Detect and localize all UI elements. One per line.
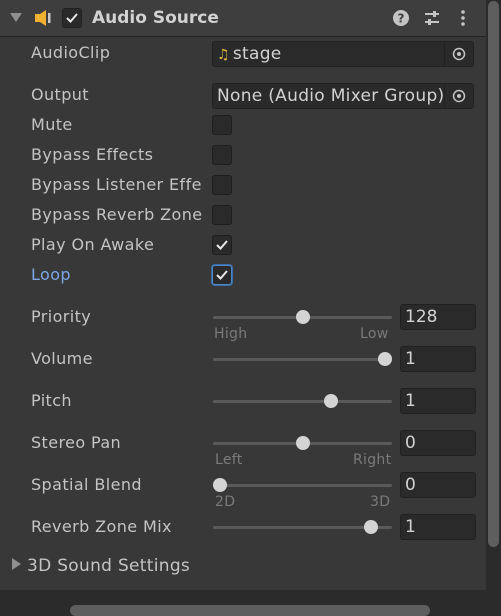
play-on-awake-checkbox[interactable] xyxy=(212,235,232,255)
volume-slider-track[interactable] xyxy=(213,352,392,366)
stereo-pan-max-label: Right xyxy=(353,452,392,468)
volume-label: Volume xyxy=(31,349,93,368)
svg-text:?: ? xyxy=(398,12,405,26)
sound-3d-settings-foldout[interactable]: 3D Sound Settings xyxy=(12,556,190,576)
audio-clip-label: AudioClip xyxy=(31,43,111,62)
reverb-zone-mix-label: Reverb Zone Mix xyxy=(31,517,172,536)
reverb-zone-mix-slider-track[interactable] xyxy=(213,520,392,534)
stereo-pan-label: Stereo Pan xyxy=(31,433,122,452)
reverb-zone-mix-slider-thumb[interactable] xyxy=(363,520,378,534)
spatial-blend-slider-track[interactable] xyxy=(213,478,392,492)
mute-label: Mute xyxy=(31,115,73,134)
spatial-blend-input[interactable]: 0 xyxy=(400,472,476,498)
loop-label: Loop xyxy=(31,265,71,284)
vertical-scrollbar-thumb[interactable] xyxy=(488,1,499,547)
stereo-pan-slider-track[interactable] xyxy=(213,436,392,450)
kebab-menu-icon[interactable] xyxy=(454,9,472,27)
vertical-scrollbar[interactable] xyxy=(486,0,501,590)
horizontal-scrollbar[interactable] xyxy=(0,590,501,616)
priority-value: 128 xyxy=(405,307,438,327)
stereo-pan-input[interactable]: 0 xyxy=(400,430,476,456)
priority-slider-thumb[interactable] xyxy=(295,310,310,324)
bypass-listener-effects-label: Bypass Listener Effe xyxy=(31,175,202,194)
horizontal-scrollbar-thumb[interactable] xyxy=(70,605,430,616)
spatial-blend-max-label: 3D xyxy=(370,494,391,510)
mute-checkbox[interactable] xyxy=(212,115,232,135)
audio-clip-field[interactable]: ♫ stage xyxy=(212,41,474,67)
pitch-slider-thumb[interactable] xyxy=(324,394,339,408)
bypass-listener-effects-checkbox[interactable] xyxy=(212,175,232,195)
play-on-awake-label: Play On Awake xyxy=(31,235,155,254)
audio-clip-value: stage xyxy=(232,44,282,64)
pitch-input[interactable]: 1 xyxy=(400,388,476,414)
bypass-effects-checkbox[interactable] xyxy=(212,145,232,165)
presets-icon[interactable] xyxy=(423,9,441,27)
volume-slider-thumb[interactable] xyxy=(377,352,392,366)
priority-input[interactable]: 128 xyxy=(400,304,476,330)
component-header[interactable]: Audio Source ? xyxy=(0,0,486,37)
volume-input[interactable]: 1 xyxy=(400,346,476,372)
foldout-arrow-icon[interactable] xyxy=(10,13,22,22)
audio-clip-picker-button[interactable] xyxy=(444,42,473,66)
stereo-pan-slider-thumb[interactable] xyxy=(295,436,310,450)
help-icon[interactable]: ? xyxy=(392,9,410,27)
priority-max-label: Low xyxy=(360,326,389,342)
reverb-zone-mix-value: 1 xyxy=(405,517,416,537)
stereo-pan-value: 0 xyxy=(405,433,416,453)
priority-label: Priority xyxy=(31,307,92,326)
foldout-collapsed-icon xyxy=(12,558,21,570)
priority-min-label: High xyxy=(214,326,248,342)
bypass-effects-label: Bypass Effects xyxy=(31,145,154,164)
music-note-icon: ♫ xyxy=(217,47,230,63)
checkmark-icon xyxy=(216,270,228,280)
object-picker-icon xyxy=(452,89,466,103)
spatial-blend-slider-thumb[interactable] xyxy=(213,478,228,492)
checkmark-icon xyxy=(216,240,228,250)
stereo-pan-min-label: Left xyxy=(215,452,243,468)
output-value: None (Audio Mixer Group) xyxy=(217,86,445,106)
bypass-reverb-zones-checkbox[interactable] xyxy=(212,205,232,225)
component-enabled-checkbox[interactable] xyxy=(62,8,82,28)
spatial-blend-value: 0 xyxy=(405,475,416,495)
component-title: Audio Source xyxy=(92,8,219,28)
pitch-value: 1 xyxy=(405,391,416,411)
object-picker-icon xyxy=(452,47,466,61)
priority-slider-track[interactable] xyxy=(213,310,392,324)
sound-3d-settings-label: 3D Sound Settings xyxy=(27,556,191,576)
spatial-blend-label: Spatial Blend xyxy=(31,475,142,494)
reverb-zone-mix-input[interactable]: 1 xyxy=(400,514,476,540)
bypass-reverb-zones-label: Bypass Reverb Zone xyxy=(31,205,203,224)
volume-value: 1 xyxy=(405,349,416,369)
audio-source-icon xyxy=(35,10,51,26)
output-field[interactable]: None (Audio Mixer Group) xyxy=(212,83,474,109)
loop-checkbox[interactable] xyxy=(212,265,232,285)
output-picker-button[interactable] xyxy=(444,84,473,108)
pitch-slider-track[interactable] xyxy=(213,394,392,408)
checkmark-icon xyxy=(66,13,78,23)
output-label: Output xyxy=(31,85,89,104)
spatial-blend-min-label: 2D xyxy=(215,494,236,510)
pitch-label: Pitch xyxy=(31,391,72,410)
